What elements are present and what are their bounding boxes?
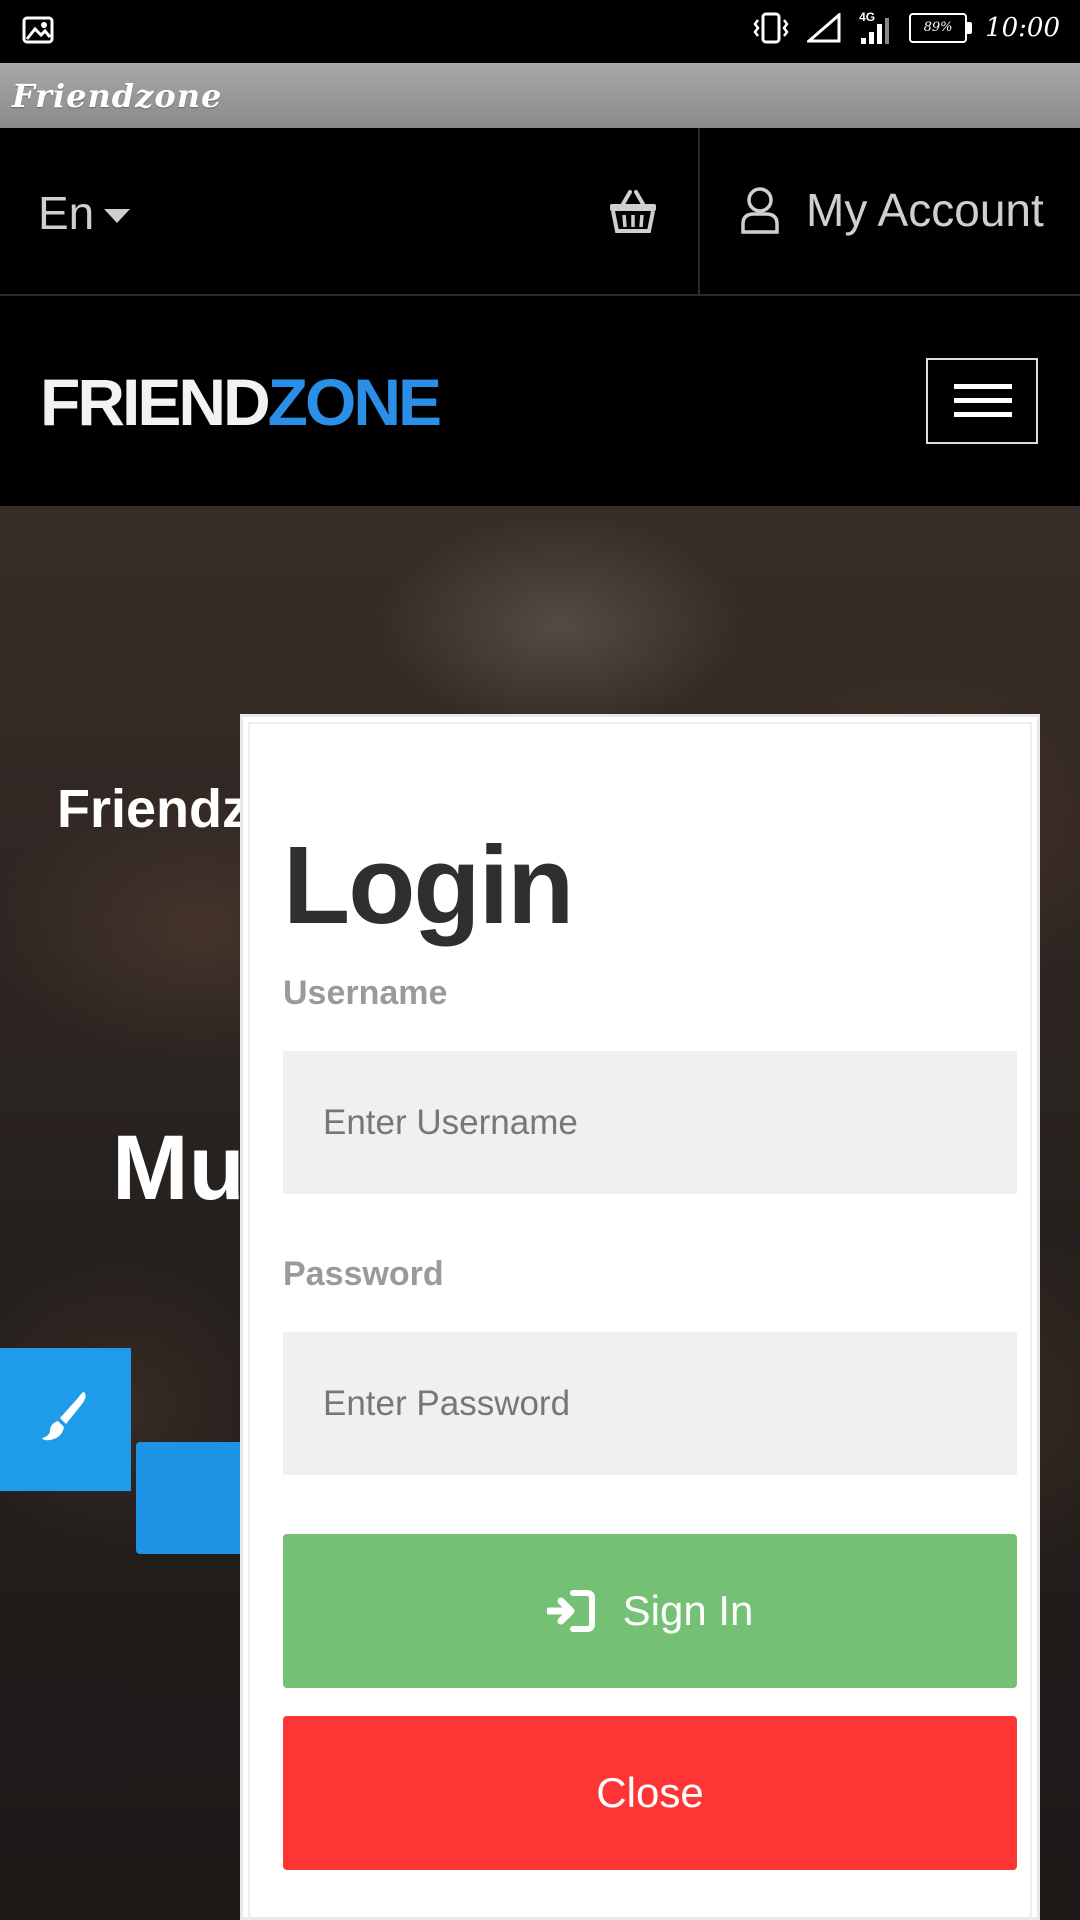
my-account-link[interactable]: My Account bbox=[740, 183, 1044, 237]
my-account-label: My Account bbox=[806, 184, 1044, 236]
network-indicator: 4G bbox=[859, 10, 891, 46]
image-icon bbox=[22, 16, 54, 44]
hero-heading: Mu bbox=[112, 1117, 245, 1219]
menu-line bbox=[954, 412, 1012, 417]
paintbrush-icon bbox=[42, 1392, 86, 1441]
sign-in-label: Sign In bbox=[622, 1587, 754, 1634]
battery-icon: 89% bbox=[909, 13, 973, 43]
logo-part-friend: FRIEND bbox=[40, 365, 271, 439]
app-title-bar: Friendzone bbox=[0, 63, 1080, 128]
logo-part-zone: ZONE bbox=[267, 365, 442, 439]
menu-line bbox=[954, 398, 1012, 403]
login-modal: Login Username Password Sign In Close bbox=[240, 714, 1040, 1920]
vibrate-icon bbox=[753, 12, 789, 44]
login-modal-body: Login Username Password Sign In Close bbox=[248, 722, 1032, 1920]
sign-in-button[interactable]: Sign In bbox=[283, 1534, 1017, 1688]
status-time: 10:00 bbox=[985, 13, 1060, 43]
basket-icon[interactable] bbox=[608, 188, 658, 234]
password-input[interactable] bbox=[283, 1332, 1017, 1475]
password-label: Password bbox=[283, 1255, 444, 1293]
login-heading: Login bbox=[283, 824, 574, 947]
theme-customizer-button[interactable] bbox=[0, 1348, 131, 1491]
top-nav: En My Account bbox=[0, 128, 1080, 296]
status-bar: 4G 89% 10:00 bbox=[0, 0, 1080, 63]
sign-in-icon bbox=[546, 1590, 595, 1632]
site-logo[interactable]: FRIENDZONE bbox=[40, 364, 442, 440]
username-label: Username bbox=[283, 974, 448, 1012]
site-header: FRIENDZONE bbox=[0, 296, 1080, 506]
close-button[interactable]: Close bbox=[283, 1716, 1017, 1870]
menu-line bbox=[954, 384, 1012, 389]
nav-divider bbox=[698, 128, 700, 294]
hamburger-menu-button[interactable] bbox=[926, 358, 1038, 444]
user-icon bbox=[741, 187, 779, 234]
signal-icon bbox=[807, 13, 841, 43]
caret-down-icon bbox=[104, 209, 131, 223]
hero-title: Friendz bbox=[57, 779, 250, 839]
close-label: Close bbox=[596, 1769, 704, 1816]
username-input[interactable] bbox=[283, 1051, 1017, 1194]
language-label: En bbox=[38, 187, 95, 239]
language-selector[interactable]: En bbox=[38, 186, 131, 240]
app-title: Friendzone bbox=[12, 77, 223, 115]
